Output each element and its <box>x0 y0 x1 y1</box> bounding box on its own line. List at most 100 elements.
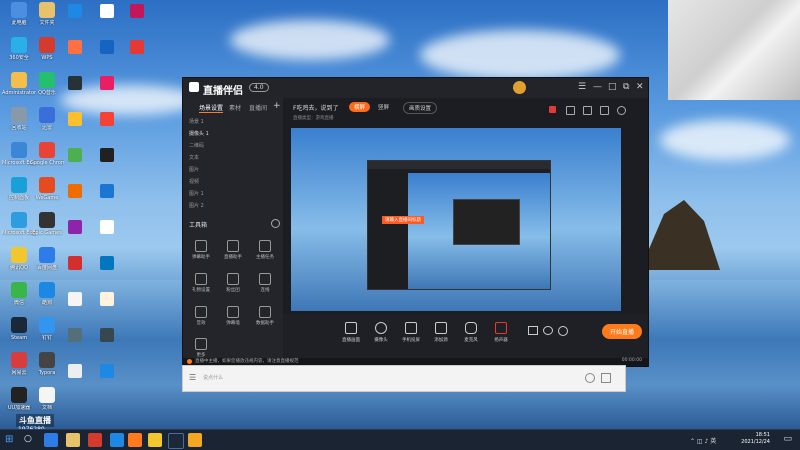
quality-pill[interactable]: 画质设置 <box>403 102 438 114</box>
emoji-icon[interactable] <box>585 373 595 383</box>
scene-item[interactable]: 视频 <box>189 178 279 185</box>
desktop-icon[interactable]: Google Chrome <box>30 142 64 166</box>
control-bar: 直播画面 摄像头 手机投屏 添加源 麦克风 扬声器 开始直播 <box>283 314 648 358</box>
settings-icon[interactable] <box>558 326 568 336</box>
tool-item[interactable]: 主播任务 <box>251 240 279 260</box>
minimize-icon[interactable]: — <box>593 82 602 92</box>
tool-item[interactable]: 弹幕助手 <box>187 240 215 260</box>
status-text: 直播中主播，如果您播放违规内容，请注意直播规范 <box>195 359 299 364</box>
tool-item[interactable]: 弹幕墙 <box>219 306 247 326</box>
collapse-icon[interactable] <box>271 219 280 228</box>
menu-icon[interactable]: ☰ <box>189 373 196 382</box>
toolbar-icon[interactable] <box>617 106 626 115</box>
live-preview[interactable]: 请输入直播间标题 <box>291 128 621 311</box>
toolbar-icon[interactable] <box>549 106 556 113</box>
desktop-icon[interactable]: 酷狗 <box>30 282 64 306</box>
taskbar-app-icon[interactable] <box>44 433 58 447</box>
app-logo-icon <box>189 82 199 92</box>
start-live-button[interactable]: 开始直播 <box>601 324 642 339</box>
taskbar-app-icon[interactable] <box>188 433 202 447</box>
live-title[interactable]: F吃鸡去，说到了 <box>293 103 338 112</box>
taskbar-app-icon[interactable] <box>88 433 102 447</box>
screen-capture-button[interactable]: 直播画面 <box>338 322 364 343</box>
tool-item[interactable]: 数据助手 <box>251 306 279 326</box>
scene-item[interactable]: 二维码 <box>189 142 279 149</box>
main-panel: F吃鸡去，说到了 横屏 竖屏 画质设置 直播类型：游戏直播 请输入直播间标题 直… <box>283 98 648 358</box>
scene-item[interactable]: 文本 <box>189 154 279 161</box>
tab-material[interactable]: 素材 <box>229 103 241 112</box>
chat-input[interactable]: 说点什么 <box>203 374 223 381</box>
desktop-icon[interactable]: 迅雷 <box>30 107 64 131</box>
toolbar-icon[interactable] <box>600 106 609 115</box>
desktop-icon[interactable]: 文件夹 <box>30 2 64 26</box>
rock <box>640 200 720 270</box>
scene-item[interactable]: 图片 <box>189 166 279 173</box>
desktop-icon[interactable]: WeGame <box>30 177 64 201</box>
desktop-icon[interactable]: Typora <box>30 352 64 376</box>
status-dot-icon <box>187 359 192 364</box>
eye-icon[interactable] <box>543 326 553 335</box>
desktop-icon[interactable]: 百度网盘 <box>30 247 64 271</box>
streaming-app-window: 直播伴侣 4.0 ☰ — □ ⧉ ✕ 场景设置 素材 直播间 + 场景 1 摄像… <box>182 77 649 367</box>
tab-room[interactable]: 直播间 <box>249 103 267 112</box>
taskbar-app-icon[interactable] <box>128 433 142 447</box>
add-icon[interactable]: + <box>273 101 281 111</box>
tool-item[interactable]: 更多 <box>187 338 215 358</box>
taskbar: ⊞ ○ ⌃ ◫ ♪ 英 18:51 2021/12/24 ▭ <box>0 429 800 450</box>
avatar[interactable] <box>513 81 526 94</box>
notification-icon[interactable]: ▭ <box>783 434 792 444</box>
record-icon[interactable] <box>528 326 538 335</box>
desktop-icon[interactable]: 钉钉 <box>30 317 64 341</box>
app-logo: 直播伴侣 <box>203 86 243 97</box>
taskbar-app-icon[interactable] <box>110 433 124 447</box>
recursive-preview-inner <box>453 199 520 245</box>
speaker-button[interactable]: 扬声器 <box>488 322 514 343</box>
scene-item[interactable]: 图片 2 <box>189 202 279 209</box>
scene-item[interactable]: 场景 1 <box>189 118 279 125</box>
tab-scene[interactable]: 场景设置 <box>199 103 224 113</box>
tools-title: 工具箱 <box>189 222 208 229</box>
clock[interactable]: 18:51 2021/12/24 <box>741 432 770 446</box>
taskbar-app-icon[interactable] <box>66 433 80 447</box>
scene-item[interactable]: 图片 1 <box>189 190 279 197</box>
sidebar: 场景设置 素材 直播间 + 场景 1 摄像头 1 二维码 文本 图片 视频 图片… <box>183 98 283 358</box>
recursive-preview: 请输入直播间标题 <box>367 160 551 290</box>
tool-item[interactable]: 粉丝团 <box>219 273 247 293</box>
toolbar-icon[interactable] <box>583 106 592 115</box>
start-icon[interactable]: ⊞ <box>5 434 13 445</box>
add-source-button[interactable]: 添加源 <box>428 322 454 343</box>
version-badge: 4.0 <box>249 83 269 92</box>
desktop-icon[interactable]: WPS <box>30 37 64 61</box>
tool-item[interactable]: 礼物设置 <box>187 273 215 293</box>
toolbar-icon[interactable] <box>566 106 575 115</box>
status-time: 00:00:00 <box>621 358 642 363</box>
desktop-icon-grid <box>64 4 160 404</box>
photo-tile <box>668 0 800 100</box>
landscape-pill[interactable]: 横屏 <box>349 102 371 112</box>
desktop-icon[interactable]: 文档 <box>30 387 64 411</box>
desktop-icon[interactable]: Epic Games <box>30 212 64 236</box>
tool-item[interactable]: 直播助手 <box>219 240 247 260</box>
preview-toast: 请输入直播间标题 <box>382 216 424 224</box>
menu-icon[interactable]: ☰ <box>578 82 586 92</box>
title-bar: 直播伴侣 4.0 ☰ — □ ⧉ ✕ <box>183 78 648 98</box>
maximize-icon[interactable]: □ <box>608 82 617 92</box>
taskbar-app-icon[interactable] <box>148 433 162 447</box>
cloud <box>230 20 390 60</box>
taskbar-app-icon[interactable] <box>168 433 184 449</box>
portrait-pill[interactable]: 竖屏 <box>373 102 394 112</box>
desktop-icon[interactable]: QQ音乐 <box>30 72 64 96</box>
camera-button[interactable]: 摄像头 <box>368 322 394 343</box>
subbar: 直播类型：游戏直播 <box>293 116 334 121</box>
close-icon[interactable]: ✕ <box>636 82 644 92</box>
tray-icons[interactable]: ⌃ ◫ ♪ 英 <box>690 436 716 445</box>
restore-icon[interactable]: ⧉ <box>623 82 629 92</box>
search-icon[interactable]: ○ <box>24 434 32 444</box>
phone-cast-button[interactable]: 手机投屏 <box>398 322 424 343</box>
tool-item[interactable]: 音效 <box>187 306 215 326</box>
scene-item[interactable]: 摄像头 1 <box>189 130 279 137</box>
cloud <box>420 30 620 80</box>
tool-item[interactable]: 连线 <box>251 273 279 293</box>
microphone-button[interactable]: 麦克风 <box>458 322 484 343</box>
send-icon[interactable] <box>601 373 611 383</box>
